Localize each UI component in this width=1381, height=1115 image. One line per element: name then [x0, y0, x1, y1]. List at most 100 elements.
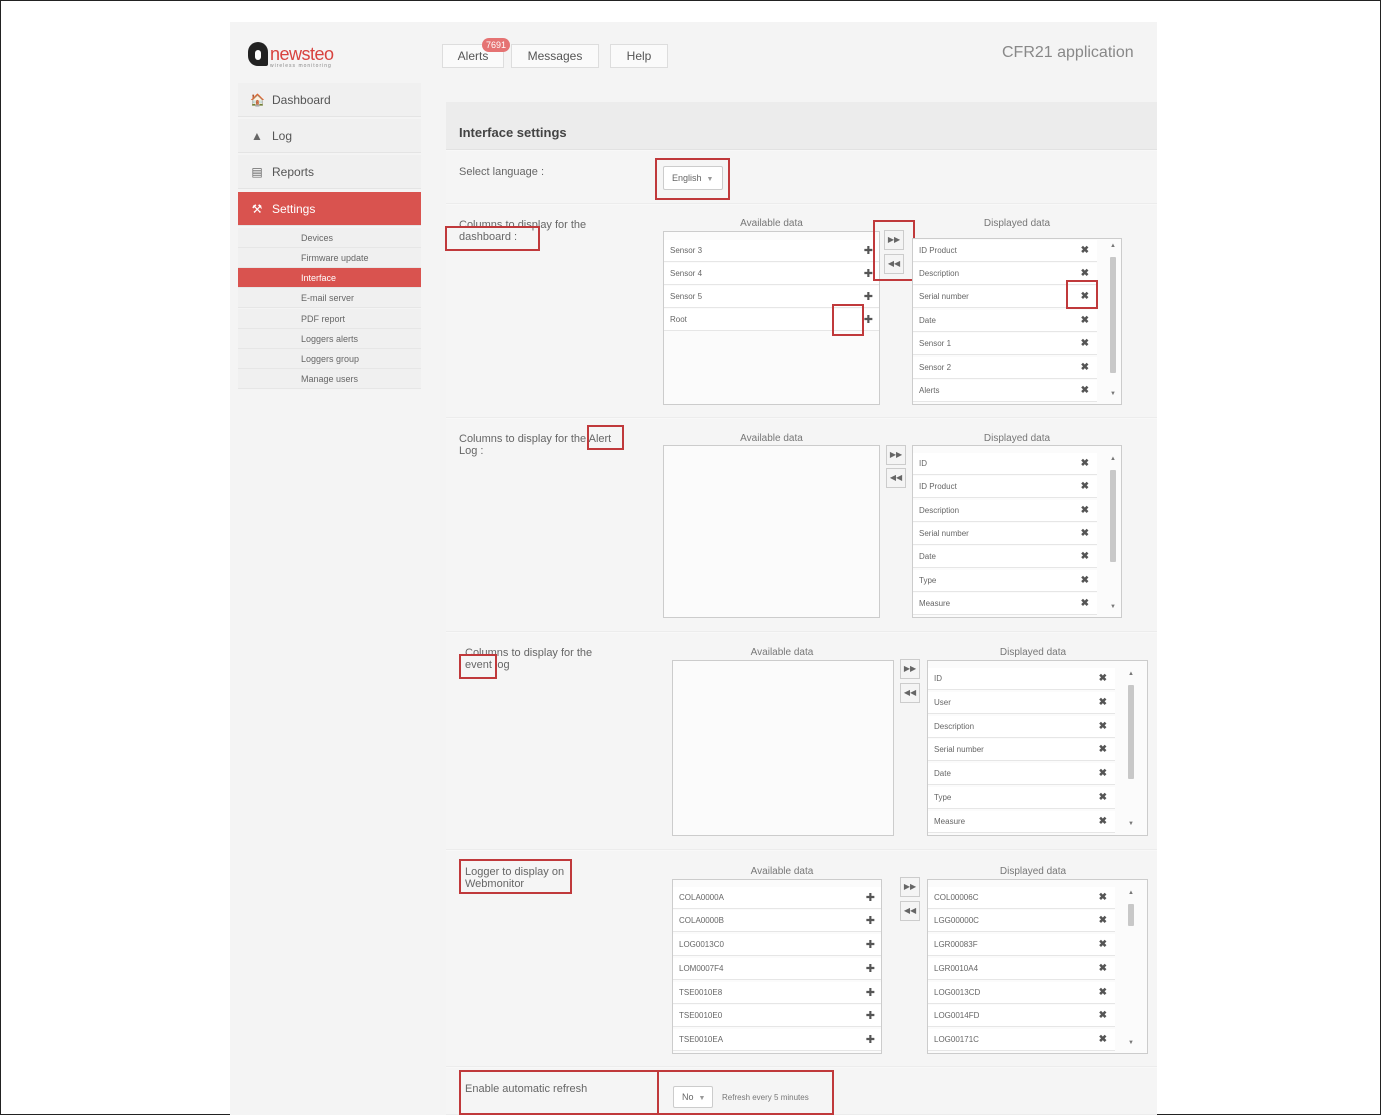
remove-icon[interactable]: ✖: [1099, 668, 1107, 690]
sidebar-item-log[interactable]: ▲ Log: [238, 119, 421, 153]
remove-icon[interactable]: ✖: [1099, 982, 1107, 1004]
plus-icon[interactable]: ✚: [866, 934, 875, 956]
sidebar-subitem-devices[interactable]: Devices: [238, 228, 421, 248]
plus-icon[interactable]: ✚: [864, 286, 873, 308]
sidebar-subitem-loggers-group[interactable]: Loggers group: [238, 349, 421, 369]
list-item[interactable]: TSE0010EA ✚: [673, 1029, 881, 1051]
scroll-up-icon[interactable]: ▲: [1125, 890, 1137, 896]
scrollbar[interactable]: ▲ ▼: [1107, 243, 1119, 401]
scroll-up-icon[interactable]: ▲: [1125, 671, 1137, 677]
scrollbar[interactable]: ▲ ▼: [1125, 890, 1137, 1050]
list-item[interactable]: Measure ✖: [928, 811, 1115, 833]
remove-icon[interactable]: ✖: [1081, 310, 1089, 332]
remove-icon[interactable]: ✖: [1099, 910, 1107, 932]
move-all-left-button[interactable]: ◀◀: [900, 683, 920, 703]
remove-icon[interactable]: ✖: [1099, 811, 1107, 833]
scroll-down-icon[interactable]: ▼: [1125, 1040, 1137, 1046]
remove-icon[interactable]: ✖: [1099, 1005, 1107, 1027]
list-item[interactable]: Date ✖: [928, 763, 1115, 785]
list-item[interactable]: LGR0010A4 ✖: [928, 958, 1115, 980]
move-all-left-button[interactable]: ◀◀: [886, 468, 906, 488]
list-item[interactable]: Sensor 2 ✖: [913, 357, 1097, 379]
remove-icon[interactable]: ✖: [1081, 333, 1089, 355]
remove-icon[interactable]: ✖: [1081, 546, 1089, 568]
list-item[interactable]: LOG0013CD ✖: [928, 982, 1115, 1004]
scroll-down-icon[interactable]: ▼: [1125, 821, 1137, 827]
remove-icon[interactable]: ✖: [1081, 380, 1089, 402]
list-item[interactable]: LOG0013C0 ✚: [673, 934, 881, 956]
list-item[interactable]: ID ✖: [913, 453, 1097, 475]
remove-icon[interactable]: ✖: [1099, 739, 1107, 761]
remove-icon[interactable]: ✖: [1081, 453, 1089, 475]
list-item[interactable]: ID Product ✖: [913, 240, 1097, 262]
remove-icon[interactable]: ✖: [1081, 593, 1089, 615]
move-all-right-button[interactable]: ▶▶: [900, 877, 920, 897]
scrollbar-thumb[interactable]: [1128, 685, 1134, 779]
remove-icon[interactable]: ✖: [1081, 357, 1089, 379]
list-item[interactable]: Sensor 4 ✚: [664, 263, 879, 285]
remove-icon[interactable]: ✖: [1099, 692, 1107, 714]
list-item[interactable]: Sensor 1 ✖: [913, 333, 1097, 355]
plus-icon[interactable]: ✚: [866, 887, 875, 909]
list-item[interactable]: User ✖: [928, 692, 1115, 714]
list-item[interactable]: Sensor 3 ✚: [664, 240, 879, 262]
list-item[interactable]: LGR00083F ✖: [928, 934, 1115, 956]
plus-icon[interactable]: ✚: [866, 910, 875, 932]
list-item[interactable]: Type ✖: [913, 570, 1097, 592]
remove-icon[interactable]: ✖: [1099, 1029, 1107, 1051]
sidebar-subitem-firmware-update[interactable]: Firmware update: [238, 248, 421, 268]
list-item[interactable]: Description ✖: [928, 716, 1115, 738]
messages-button[interactable]: Messages: [511, 44, 599, 68]
scrollbar-thumb[interactable]: [1110, 257, 1116, 373]
list-item[interactable]: Date ✖: [913, 310, 1097, 332]
help-button[interactable]: Help: [610, 44, 668, 68]
plus-icon[interactable]: ✚: [866, 958, 875, 980]
list-item[interactable]: LOG0014FD ✖: [928, 1005, 1115, 1027]
list-item[interactable]: COL00006C ✖: [928, 887, 1115, 909]
list-item[interactable]: ID Product ✖: [913, 476, 1097, 498]
list-item[interactable]: TSE0010E8 ✚: [673, 982, 881, 1004]
remove-icon[interactable]: ✖: [1099, 763, 1107, 785]
scrollbar[interactable]: ▲ ▼: [1107, 456, 1119, 614]
remove-icon[interactable]: ✖: [1081, 500, 1089, 522]
remove-icon[interactable]: ✖: [1099, 887, 1107, 909]
plus-icon[interactable]: ✚: [866, 1005, 875, 1027]
scroll-down-icon[interactable]: ▼: [1107, 391, 1119, 397]
sidebar-subitem-email-server[interactable]: E-mail server: [238, 288, 421, 308]
move-all-left-button[interactable]: ◀◀: [900, 901, 920, 921]
scrollbar[interactable]: ▲ ▼: [1125, 671, 1137, 831]
list-item[interactable]: Serial number ✖: [928, 739, 1115, 761]
remove-icon[interactable]: ✖: [1099, 716, 1107, 738]
sidebar-item-reports[interactable]: ▤ Reports: [238, 155, 421, 189]
list-item[interactable]: ID ✖: [928, 668, 1115, 690]
list-item[interactable]: TSE0010E0 ✚: [673, 1005, 881, 1027]
list-item[interactable]: Date ✖: [913, 546, 1097, 568]
list-item[interactable]: COLA0000A ✚: [673, 887, 881, 909]
plus-icon[interactable]: ✚: [864, 309, 873, 331]
remove-icon[interactable]: ✖: [1081, 240, 1089, 262]
remove-icon[interactable]: ✖: [1081, 523, 1089, 545]
sidebar-item-settings[interactable]: ⚒ Settings: [238, 192, 421, 226]
scroll-down-icon[interactable]: ▼: [1107, 604, 1119, 610]
move-all-right-button[interactable]: ▶▶: [886, 445, 906, 465]
scrollbar-thumb[interactable]: [1110, 470, 1116, 562]
list-item[interactable]: Alerts ✖: [913, 380, 1097, 402]
remove-icon[interactable]: ✖: [1099, 787, 1107, 809]
scroll-up-icon[interactable]: ▲: [1107, 243, 1119, 249]
plus-icon[interactable]: ✚: [866, 1029, 875, 1051]
move-all-right-button[interactable]: ▶▶: [900, 659, 920, 679]
list-item[interactable]: Measure ✖: [913, 593, 1097, 615]
sidebar-subitem-interface[interactable]: Interface: [238, 268, 421, 288]
plus-icon[interactable]: ✚: [864, 240, 873, 262]
remove-icon[interactable]: ✖: [1081, 570, 1089, 592]
list-item[interactable]: Type ✖: [928, 787, 1115, 809]
scroll-up-icon[interactable]: ▲: [1107, 456, 1119, 462]
sidebar-subitem-loggers-alerts[interactable]: Loggers alerts: [238, 329, 421, 349]
sidebar-item-dashboard[interactable]: 🏠 Dashboard: [238, 83, 421, 117]
list-item[interactable]: LOM0007F4 ✚: [673, 958, 881, 980]
remove-icon[interactable]: ✖: [1081, 476, 1089, 498]
list-item[interactable]: Serial number ✖: [913, 523, 1097, 545]
sidebar-subitem-pdf-report[interactable]: PDF report: [238, 309, 421, 329]
list-item[interactable]: LOG00171C ✖: [928, 1029, 1115, 1051]
plus-icon[interactable]: ✚: [864, 263, 873, 285]
